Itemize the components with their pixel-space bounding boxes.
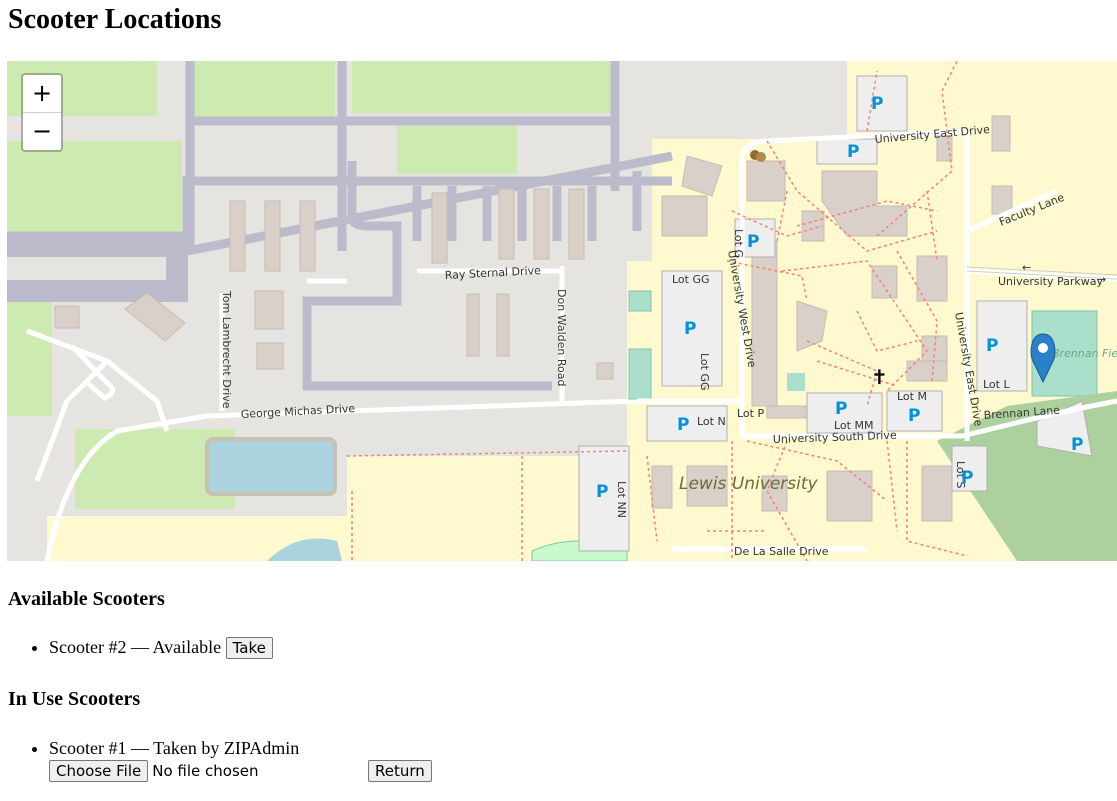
parking-icon: P xyxy=(961,468,973,488)
arrow-left-icon: ← xyxy=(1022,261,1031,274)
zoom-control: + − xyxy=(21,73,63,152)
in-use-list: Scooter #1 — Taken by ZIPAdmin Choose Fi… xyxy=(0,737,432,782)
parking-icon: P xyxy=(684,319,696,339)
lot-label: Lot NN xyxy=(615,481,628,518)
sports-field xyxy=(628,348,652,400)
lot-label: Lot N xyxy=(697,415,726,428)
arrow-right-icon: → xyxy=(1097,273,1106,286)
available-heading: Available Scooters xyxy=(8,588,165,610)
road-label: De La Salle Drive xyxy=(734,545,829,558)
road-label: University Parkway xyxy=(998,275,1103,288)
scooter-status-text: Scooter #1 — Taken by ZIPAdmin xyxy=(49,738,300,758)
road-label: Don Walden Road xyxy=(555,289,568,386)
lot-label: Lot M xyxy=(897,390,927,403)
return-button[interactable]: Return xyxy=(368,760,432,782)
sports-field xyxy=(787,373,805,391)
church-icon: ✝ xyxy=(871,365,888,389)
lot-label: Lot G xyxy=(732,229,745,258)
zoom-out-button[interactable]: − xyxy=(23,112,61,150)
map-tiles[interactable]: Ray Sternal Drive Don Walden Road Tom La… xyxy=(7,61,1117,561)
list-item: Scooter #1 — Taken by ZIPAdmin Choose Fi… xyxy=(49,737,432,782)
parking-icon: P xyxy=(677,415,689,435)
lot-label: Lot P xyxy=(737,407,764,420)
grass-area xyxy=(7,296,52,416)
lot-label: Lot GG xyxy=(698,353,711,391)
grass-area xyxy=(7,141,182,233)
parking-icon: P xyxy=(847,142,859,162)
lot-label: Lot MM xyxy=(834,419,873,432)
pond xyxy=(205,437,337,496)
page-title: Scooter Locations xyxy=(8,4,222,35)
available-list: Scooter #2 — Available Take xyxy=(0,636,273,659)
scooter-status-text: Scooter #2 — Available xyxy=(49,637,222,657)
choose-file-button[interactable]: Choose File xyxy=(49,760,149,782)
grass-area xyxy=(190,61,335,121)
in-use-heading: In Use Scooters xyxy=(8,688,141,710)
parking-icon: P xyxy=(835,399,847,419)
list-item: Scooter #2 — Available Take xyxy=(49,636,273,659)
file-status-text: No file chosen xyxy=(152,762,259,780)
place-label: Lewis University xyxy=(679,474,819,494)
grass-area xyxy=(397,126,517,174)
file-input[interactable]: Choose File No file chosen xyxy=(49,759,368,782)
parking-icon: P xyxy=(747,232,759,252)
lot-label: Lot L xyxy=(983,378,1010,391)
parking-icon: P xyxy=(1071,435,1083,455)
parking-icon: P xyxy=(908,406,920,426)
parking-icon: P xyxy=(986,336,998,356)
take-button[interactable]: Take xyxy=(225,637,273,659)
lot-label: Lot GG xyxy=(672,273,710,286)
road-label: Tom Lambrecht Drive xyxy=(220,290,233,409)
sports-field xyxy=(628,290,652,312)
parking-icon: P xyxy=(871,94,883,114)
place-label: Brennan Field xyxy=(1052,347,1117,360)
zoom-in-button[interactable]: + xyxy=(23,75,61,112)
grass-area xyxy=(352,61,612,113)
scooter-map[interactable]: Ray Sternal Drive Don Walden Road Tom La… xyxy=(7,61,1117,561)
parking-icon: P xyxy=(596,482,608,502)
